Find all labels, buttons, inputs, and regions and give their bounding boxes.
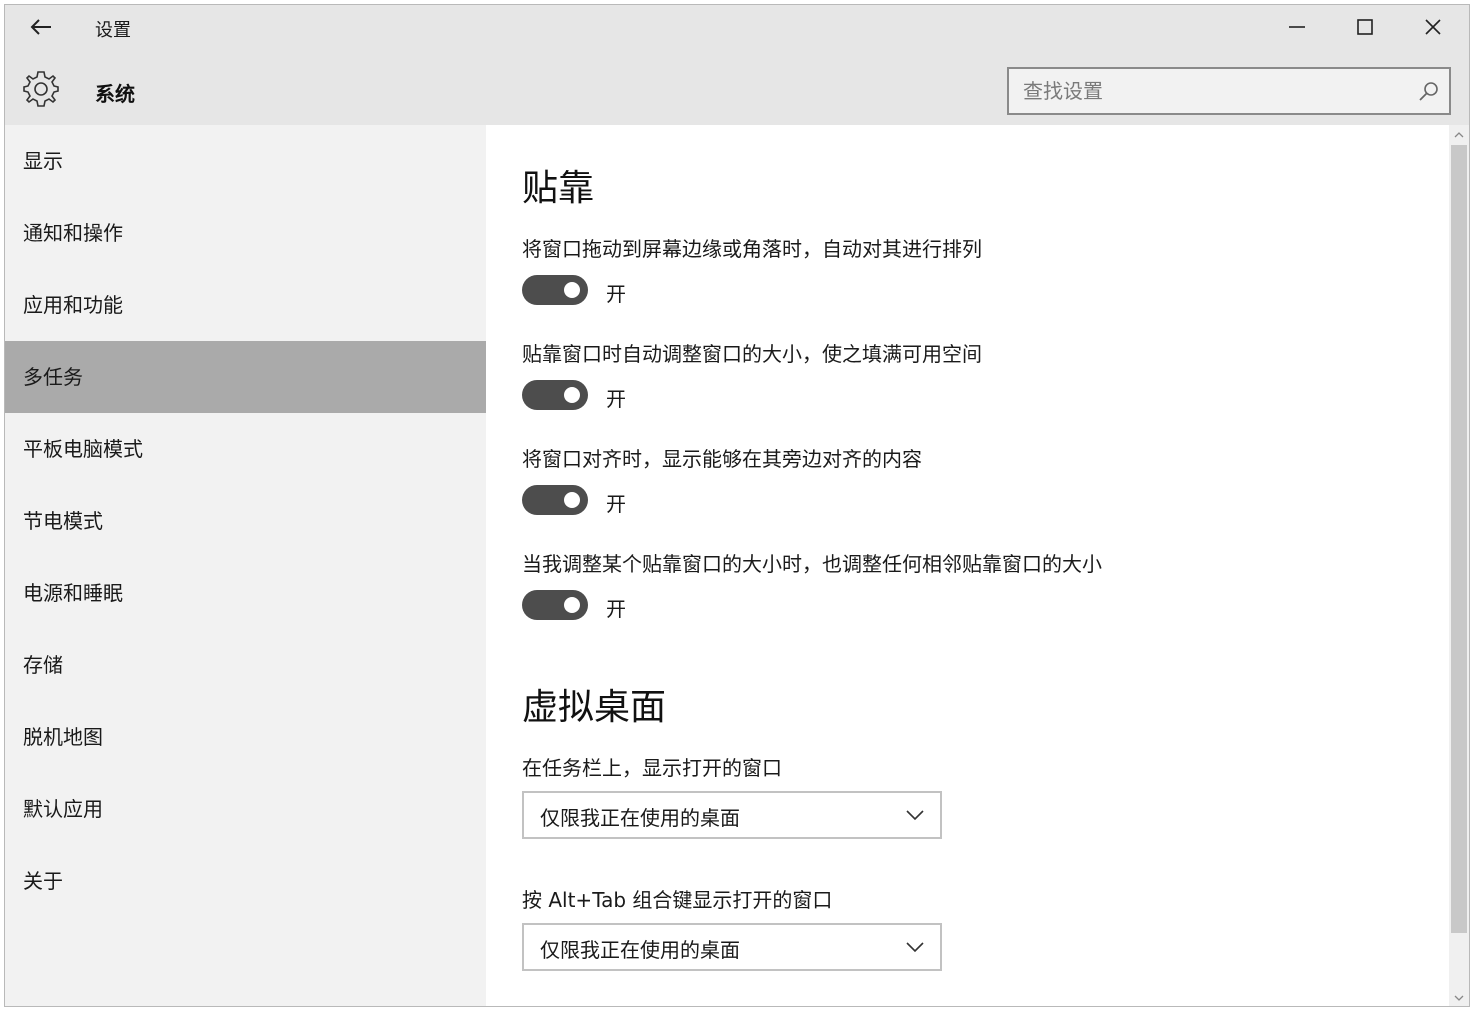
chevron-up-icon [1454,132,1464,138]
close-icon [1425,19,1441,35]
maximize-button[interactable] [1343,9,1387,45]
sidebar-item-storage[interactable]: 存储 [5,629,486,701]
taskbar-windows-value: 仅限我正在使用的桌面 [540,806,740,830]
snap-setting-4-toggle[interactable] [522,590,588,620]
settings-header: 系统 [5,49,1469,125]
toggle-knob [564,387,580,403]
scroll-down-button[interactable] [1449,990,1469,1006]
toggle-knob [564,282,580,298]
snap-setting-3-description: 将窗口对齐时，显示能够在其旁边对齐的内容 [522,447,922,471]
toggle-knob [564,492,580,508]
alttab-windows-label: 按 Alt+Tab 组合键显示打开的窗口 [522,888,833,912]
search-input[interactable] [1009,69,1409,113]
close-button[interactable] [1411,9,1455,45]
settings-window: 设置 系统 查找设置 显示 通知和操作 应用和功能 多任务 平板电脑模式 节电模… [4,4,1470,1007]
chevron-down-icon [906,942,924,953]
sidebar-item-notifications[interactable]: 通知和操作 [5,197,486,269]
chevron-down-icon [1454,995,1464,1001]
arrow-left-icon [30,19,51,35]
sidebar-item-offline-maps[interactable]: 脱机地图 [5,701,486,773]
content-pane: 贴靠 将窗口拖动到屏幕边缘或角落时，自动对其进行排列 开 贴靠窗口时自动调整窗口… [486,125,1449,1006]
snap-setting-1-state: 开 [606,282,626,306]
chevron-down-icon [906,810,924,821]
title-bar: 设置 [5,5,1469,49]
taskbar-windows-dropdown[interactable]: 仅限我正在使用的桌面 [522,791,942,839]
snap-setting-4-description: 当我调整某个贴靠窗口的大小时，也调整任何相邻贴靠窗口的大小 [522,552,1102,576]
snap-setting-2-state: 开 [606,387,626,411]
section-title: 系统 [95,82,135,106]
snap-setting-3-state: 开 [606,492,626,516]
sidebar-item-battery-saver[interactable]: 节电模式 [5,485,486,557]
sidebar-item-tablet-mode[interactable]: 平板电脑模式 [5,413,486,485]
minimize-icon [1289,26,1305,28]
alttab-windows-dropdown[interactable]: 仅限我正在使用的桌面 [522,923,942,971]
sidebar-item-power-sleep[interactable]: 电源和睡眠 [5,557,486,629]
sidebar-item-multitasking[interactable]: 多任务 [5,341,486,413]
snap-heading: 贴靠 [522,168,595,209]
back-button[interactable] [23,13,59,41]
maximize-icon [1357,19,1373,35]
gear-icon [23,71,59,107]
alttab-windows-value: 仅限我正在使用的桌面 [540,938,740,962]
snap-setting-1-description: 将窗口拖动到屏幕边缘或角落时，自动对其进行排列 [522,237,982,261]
toggle-knob [564,597,580,613]
sidebar-item-display[interactable]: 显示 [5,125,486,197]
snap-setting-2-description: 贴靠窗口时自动调整窗口的大小，使之填满可用空间 [522,342,982,366]
sidebar-nav: 显示 通知和操作 应用和功能 多任务 平板电脑模式 节电模式 电源和睡眠 存储 … [5,125,486,1006]
virtual-desktops-heading: 虚拟桌面 [522,687,667,728]
taskbar-windows-label: 在任务栏上，显示打开的窗口 [522,756,782,780]
snap-setting-4-state: 开 [606,597,626,621]
snap-setting-3-toggle[interactable] [522,485,588,515]
minimize-button[interactable] [1275,9,1319,45]
sidebar-item-default-apps[interactable]: 默认应用 [5,773,486,845]
content-scrollbar[interactable] [1449,125,1469,1006]
sidebar-item-apps-features[interactable]: 应用和功能 [5,269,486,341]
sidebar-item-about[interactable]: 关于 [5,845,486,917]
search-box[interactable] [1007,67,1451,115]
snap-setting-2-toggle[interactable] [522,380,588,410]
scroll-thumb[interactable] [1451,145,1467,933]
search-icon[interactable] [1417,79,1441,103]
snap-setting-1-toggle[interactable] [522,275,588,305]
scroll-up-button[interactable] [1449,127,1469,143]
app-title: 设置 [95,20,131,41]
